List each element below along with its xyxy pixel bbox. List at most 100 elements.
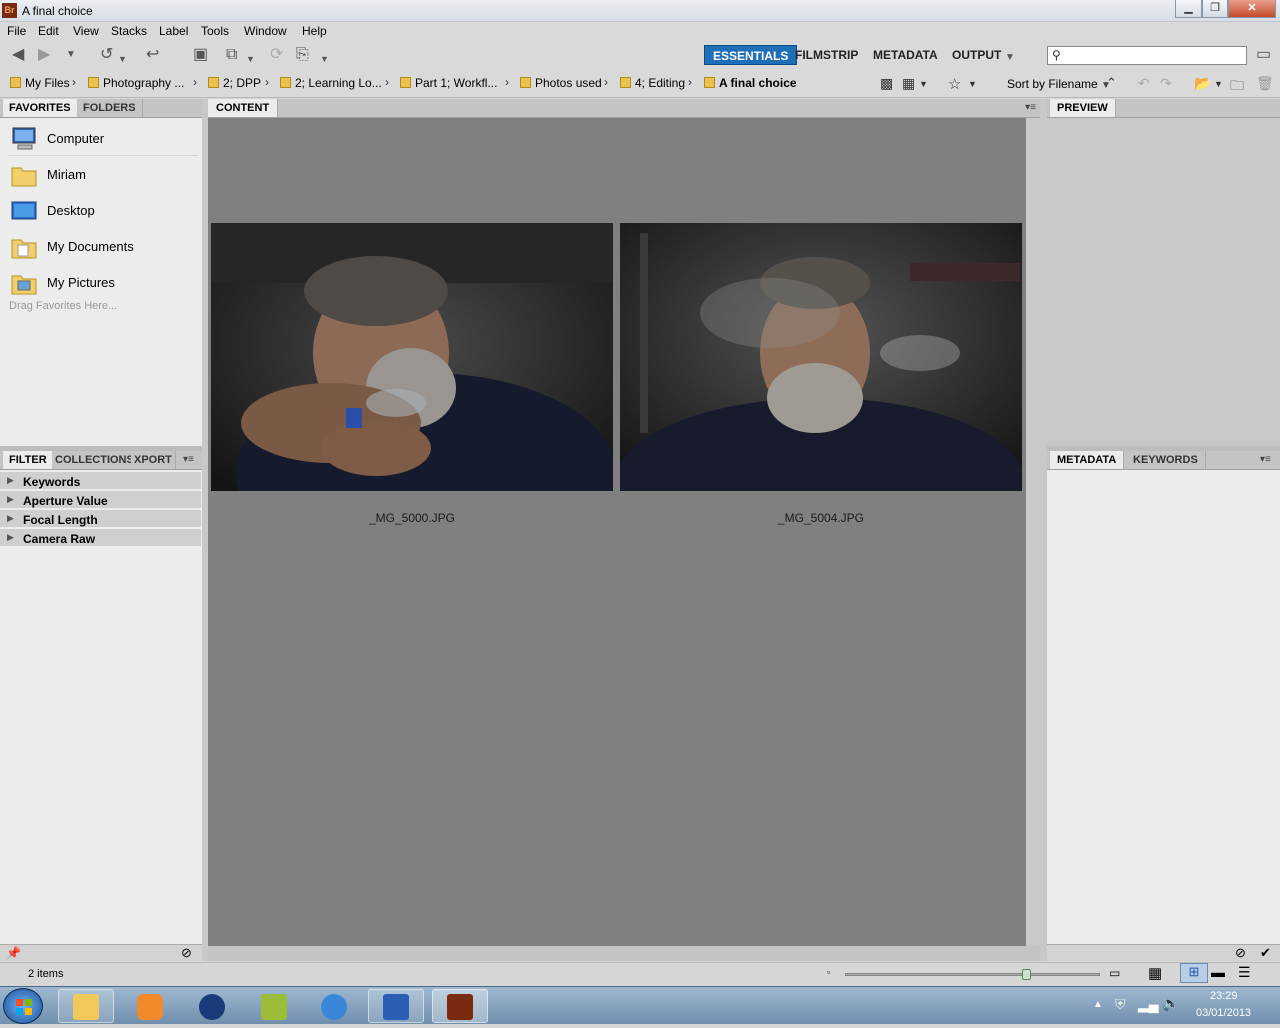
taskbar-word[interactable] [368,989,424,1023]
pin-icon[interactable]: 📌 [6,946,21,960]
clock-time[interactable]: 23:29 [1210,990,1238,1002]
chevron-right-icon[interactable]: › [385,75,389,89]
refine-icon[interactable]: ⧉ [226,46,237,64]
chevron-right-icon[interactable]: › [265,75,269,89]
favorite-miriam[interactable]: Miriam [8,158,198,192]
boomerang-icon[interactable]: ↩ [146,46,159,64]
menu-window[interactable]: Window [244,24,287,38]
chevron-right-icon[interactable]: › [72,75,76,89]
chevron-right-icon[interactable]: › [505,75,509,89]
rotate-right-icon[interactable]: ↷ [1160,75,1172,92]
favorite-desktop[interactable]: Desktop [8,194,198,228]
content-area[interactable]: _MG_5000.JPG _MG_5004.JPG [208,118,1026,946]
minimize-button[interactable]: ▁ [1175,0,1202,18]
tab-preview[interactable]: PREVIEW [1050,99,1116,117]
menu-label[interactable]: Label [159,24,188,38]
back-arrow-icon[interactable]: ◀ [12,46,24,64]
quality-options-icon[interactable]: ▩ [880,75,893,92]
compact-mode-icon[interactable]: ▭ [1256,46,1271,64]
sort-ascending-icon[interactable]: ⌃ [1106,75,1117,91]
camera-download-icon[interactable]: ▣ [193,46,208,64]
list-view-icon[interactable]: ☰ [1238,964,1251,981]
tab-folders[interactable]: FOLDERS [77,99,143,117]
workspace-essentials[interactable]: ESSENTIALS [704,45,798,65]
open-with-icon[interactable]: ⎘ [296,46,309,64]
breadcrumb-item[interactable]: Part 1; Workfl... [400,76,497,90]
rotate-left-icon[interactable]: ↶ [1138,75,1150,92]
close-button[interactable]: ✕ [1228,0,1276,18]
search-input[interactable]: ⚲ [1047,46,1247,65]
sort-dropdown[interactable]: Sort by Filename ▼ [1007,77,1111,91]
workspace-filmstrip[interactable]: FILMSTRIP [787,45,866,65]
delete-icon[interactable]: 🗑 [1256,75,1274,92]
breadcrumb-item[interactable]: Photos used [520,76,602,90]
clock-date[interactable]: 03/01/2013 [1196,1007,1251,1019]
thumbnail-size-slider[interactable] [845,969,1100,980]
history-dropdown-icon[interactable]: ▼ [66,46,76,64]
panel-menu-icon[interactable]: ▾≡ [1260,454,1271,465]
recent-dropdown-icon[interactable]: ▼ [118,50,127,68]
menu-help[interactable]: Help [302,24,327,38]
quality-dropdown-icon[interactable]: ▼ [919,79,928,89]
thumbnail-mg5004[interactable] [620,223,1022,491]
lock-grid-icon[interactable]: ▦ [1148,964,1162,982]
breadcrumb-item[interactable]: 4; Editing [620,76,685,90]
filter-camera-raw[interactable]: ▶ Camera Raw [0,529,201,547]
breadcrumb-item[interactable]: My Files [10,76,70,90]
security-icon[interactable]: ⛨ [1115,996,1126,1013]
star-filter-icon[interactable]: ☆ [948,75,961,93]
tab-content[interactable]: CONTENT [208,99,279,117]
workspace-output[interactable]: OUTPUT [944,45,1009,65]
right-splitter[interactable] [1040,99,1047,961]
menu-view[interactable]: View [73,24,99,38]
taskbar-bridge[interactable] [432,989,488,1023]
taskbar-explorer[interactable] [58,989,114,1023]
taskbar-internet-explorer[interactable] [306,989,362,1023]
breadcrumb-current[interactable]: A final choice [704,76,797,90]
panel-menu-icon[interactable]: ▾≡ [183,454,194,465]
taskbar-sync[interactable] [246,989,302,1023]
favorite-computer[interactable]: Computer [8,122,198,156]
network-icon[interactable]: ▂▄ [1138,996,1159,1013]
start-button[interactable] [3,988,43,1024]
workspace-dropdown-icon[interactable]: ▼ [1005,49,1015,67]
folder-dropdown-icon[interactable]: ▼ [1214,79,1223,89]
filter-keywords[interactable]: ▶ Keywords [0,472,201,490]
zoom-out-icon[interactable]: ▫ [827,967,830,977]
reveal-recent-icon[interactable]: ↺ [100,46,113,64]
new-folder-icon[interactable]: 🗀 [1230,75,1244,99]
slider-thumb[interactable] [1022,969,1031,980]
breadcrumb-item[interactable]: Photography ... [88,76,184,90]
taskbar-hp[interactable] [184,989,240,1023]
tab-export[interactable]: XPORT [131,451,176,469]
refine-dropdown-icon[interactable]: ▼ [246,50,255,68]
thumbnail-filename[interactable]: _MG_5004.JPG [620,511,1022,525]
show-hidden-icons[interactable]: ▲ [1093,999,1103,1010]
menu-stacks[interactable]: Stacks [111,24,147,38]
tab-keywords[interactable]: KEYWORDS [1126,451,1206,469]
content-scrollbar[interactable] [1026,118,1040,946]
chevron-right-icon[interactable]: › [688,75,692,89]
tab-favorites[interactable]: FAVORITES [3,99,78,117]
chevron-right-icon[interactable]: › [604,75,608,89]
breadcrumb-item[interactable]: 2; Learning Lo... [280,76,382,90]
clear-filter-icon[interactable]: ⊘ [181,945,192,961]
zoom-in-icon[interactable]: ▭ [1109,966,1120,980]
open-recent-folder-icon[interactable]: 📂 [1194,75,1211,92]
cancel-icon[interactable]: ⊘ [1235,945,1246,961]
taskbar-media-player[interactable] [122,989,178,1023]
thumbnail-quality-icon[interactable]: ▦ [902,75,915,92]
chevron-right-icon[interactable]: › [193,75,197,89]
menu-tools[interactable]: Tools [201,24,229,38]
apply-check-icon[interactable]: ✔ [1260,945,1271,961]
details-view-icon[interactable]: ▬ [1211,964,1225,980]
tab-filter[interactable]: FILTER [3,451,54,469]
panel-menu-icon[interactable]: ▾≡ [1025,102,1036,113]
favorite-my-pictures[interactable]: My Pictures [8,266,198,300]
maximize-button[interactable]: ❐ [1202,0,1228,18]
workspace-metadata[interactable]: METADATA [865,45,946,65]
filter-aperture-value[interactable]: ▶ Aperture Value [0,491,201,509]
forward-arrow-icon[interactable]: ▶ [38,46,50,64]
thumbnail-view-icon[interactable]: ⊞ [1180,963,1208,983]
volume-icon[interactable]: 🔈 [1162,995,1179,1012]
